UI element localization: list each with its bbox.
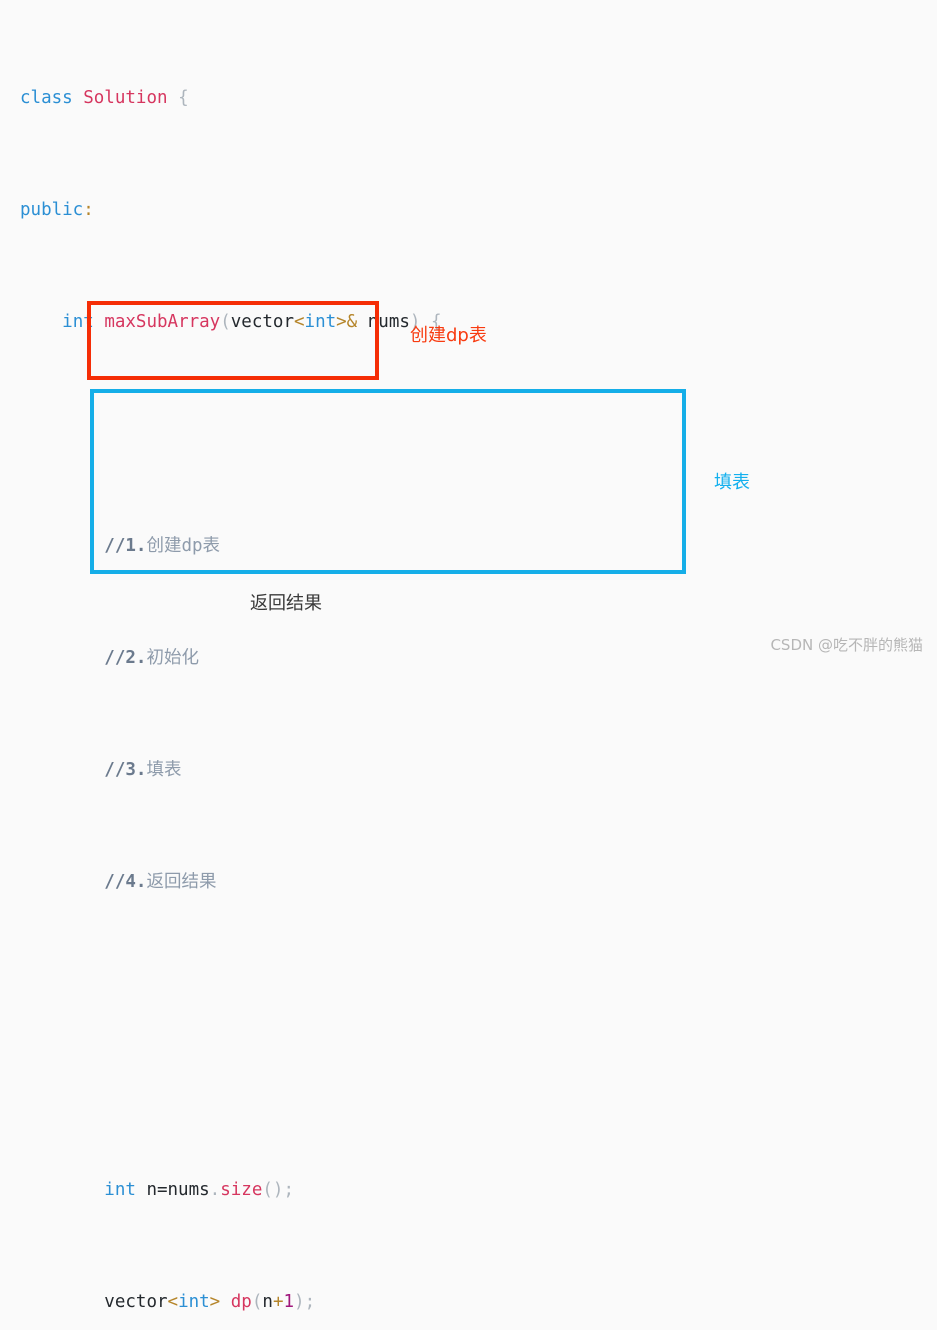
plus-operator-dp: + (272, 1292, 284, 1312)
comment-marker-4: //4. (104, 872, 147, 892)
annotation-label-create-dp-table: 创建dp表 (410, 325, 487, 346)
comment-marker-1: //1. (104, 536, 147, 556)
code-line-declare-n: int n=nums.size(); (0, 1176, 937, 1204)
comment-text-4: 返回结果 (146, 872, 217, 892)
expr-n: n (262, 1292, 273, 1312)
type-int-template: int (304, 312, 337, 332)
code-line-blank-3 (0, 1064, 937, 1092)
keyword-public: public (20, 200, 84, 220)
call-parens-size: (); (262, 1180, 294, 1200)
comment-text-1: 创建dp表 (146, 536, 221, 556)
expr-n-assign: n=nums (146, 1180, 210, 1200)
annotation-label-fill-table: 填表 (714, 472, 750, 493)
angle-close-amp: >& (336, 312, 358, 332)
paren-close-dp: ); (294, 1292, 316, 1312)
angle-close-dp: > (209, 1292, 221, 1312)
code-line-1: class Solution { (0, 84, 937, 112)
code-screenshot-canvas: class Solution { public: int maxSubArray… (0, 0, 937, 1312)
code-block: class Solution { public: int maxSubArray… (0, 0, 937, 1330)
code-line-2: public: (0, 196, 937, 224)
variable-dp: dp (230, 1292, 252, 1312)
annotation-label-return-result: 返回结果 (250, 593, 322, 614)
paren-open: ( (220, 312, 231, 332)
type-vector-dp: vector (104, 1292, 168, 1312)
csdn-watermark: CSDN @吃不胖的熊猫 (770, 636, 923, 654)
keyword-class: class (20, 88, 73, 108)
code-line-blank-1 (0, 420, 937, 448)
colon-operator: : (83, 200, 94, 220)
keyword-int-return: int (62, 312, 94, 332)
angle-open-dp: < (167, 1292, 179, 1312)
type-solution: Solution (83, 88, 168, 108)
angle-open: < (293, 312, 305, 332)
comment-text-2: 初始化 (146, 648, 199, 668)
brace-open: { (178, 88, 189, 108)
dot-operator: . (209, 1180, 221, 1200)
comment-line-3: //3.填表 (0, 756, 937, 784)
comment-marker-2: //2. (104, 648, 147, 668)
param-nums: nums (367, 312, 410, 332)
keyword-int-n: int (104, 1180, 136, 1200)
function-name-maxsubarray: maxSubArray (104, 312, 221, 332)
type-vector: vector (230, 312, 294, 332)
code-line-declare-dp: vector<int> dp(n+1); (0, 1288, 937, 1316)
comment-text-3: 填表 (146, 760, 182, 780)
code-line-blank-2 (0, 980, 937, 1008)
paren-open-dp: ( (251, 1292, 263, 1312)
literal-one-dp: 1 (283, 1292, 295, 1312)
method-size: size (220, 1180, 263, 1200)
type-int-dp: int (178, 1292, 210, 1312)
comment-line-4: //4.返回结果 (0, 868, 937, 896)
comment-line-1: //1.创建dp表 (0, 532, 937, 560)
comment-marker-3: //3. (104, 760, 147, 780)
